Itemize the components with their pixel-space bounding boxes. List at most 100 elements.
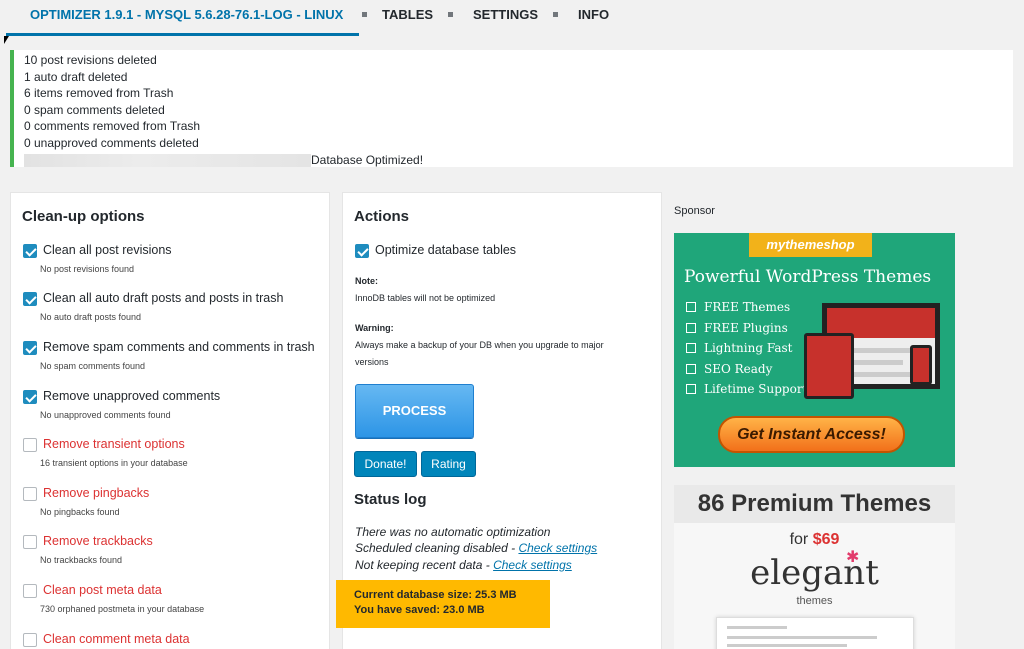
get-access-button[interactable]: Get Instant Access!	[718, 416, 905, 453]
ad-title: Powerful WordPress Themes	[684, 267, 932, 287]
nav-separator	[448, 12, 453, 17]
ad-feature-text: SEO Ready	[704, 362, 773, 376]
price-value: $69	[812, 531, 840, 548]
status-log-line: Not keeping recent data - Check settings	[355, 558, 572, 572]
elegant-themes-sub: themes	[796, 595, 833, 607]
check-settings-link[interactable]: Check settings	[518, 541, 597, 555]
optimization-notice: 10 post revisions deleted 1 auto draft d…	[10, 50, 1013, 167]
checkbox-icon	[686, 323, 696, 333]
sponsor-label: Sponsor	[674, 205, 715, 217]
status-log-line: There was no automatic optimization	[355, 525, 551, 539]
checkbox[interactable]	[355, 244, 369, 258]
option-sub: No auto draft posts found	[40, 312, 142, 322]
option-label: Clean all auto draft posts and posts in …	[43, 291, 284, 305]
tab-optimizer[interactable]: OPTIMIZER 1.9.1 - MYSQL 5.6.28-76.1-LOG …	[6, 0, 359, 36]
mythemeshop-banner[interactable]: mythemeshop Powerful WordPress Themes FR…	[674, 233, 955, 467]
nav-separator	[362, 12, 367, 17]
rating-button[interactable]: Rating	[421, 451, 476, 477]
status-log-line: Scheduled cleaning disabled - Check sett…	[355, 541, 597, 555]
checkbox[interactable]	[23, 244, 37, 258]
ad-feature-text: Lightning Fast	[704, 341, 793, 355]
checkbox[interactable]	[23, 341, 37, 355]
mouse-cursor-icon	[4, 36, 9, 44]
ad-feature: Lifetime Support	[686, 382, 807, 396]
option-label: Remove pingbacks	[43, 486, 150, 500]
option-label: Remove unapproved comments	[43, 389, 221, 403]
notice-line: 1 auto draft deleted	[24, 69, 128, 84]
ad-feature-text: Lifetime Support	[704, 382, 808, 396]
option-label: Remove transient options	[43, 437, 185, 451]
ad-feature-text: FREE Themes	[704, 300, 791, 314]
notice-final-text: Database Optimized!	[311, 152, 424, 167]
checkbox[interactable]	[23, 292, 37, 306]
check-settings-link[interactable]: Check settings	[493, 558, 572, 572]
warning-text: Always make a backup of your DB when you…	[355, 340, 604, 367]
checkbox[interactable]	[23, 438, 37, 452]
tablet-illustration	[804, 333, 854, 399]
ad-feature: FREE Themes	[686, 300, 790, 314]
tab-tables[interactable]: TABLES	[382, 7, 433, 22]
option-sub: 730 orphaned postmeta in your database	[40, 604, 205, 614]
option-sub: No unapproved comments found	[40, 410, 171, 420]
option-sub: No trackbacks found	[40, 555, 123, 565]
top-navigation: OPTIMIZER 1.9.1 - MYSQL 5.6.28-76.1-LOG …	[0, 0, 1024, 36]
option-label: Remove spam comments and comments in tra…	[43, 340, 315, 354]
screenshot-illustration	[716, 617, 914, 649]
cleanup-title: Clean-up options	[22, 208, 145, 225]
nav-separator	[553, 12, 558, 17]
cleanup-options-panel: Clean-up options Clean all post revision…	[10, 192, 330, 649]
notice-line: 6 items removed from Trash	[24, 86, 174, 101]
option-label: Clean comment meta data	[43, 632, 190, 646]
ad-price: for $69	[674, 531, 955, 549]
option-sub: No pingbacks found	[40, 507, 120, 517]
checkbox-icon	[686, 384, 696, 394]
status-log-text: Not keeping recent data -	[355, 558, 494, 572]
ad-title: 86 Premium Themes	[674, 485, 955, 523]
price-prefix: for	[789, 531, 813, 548]
notice-line: 10 post revisions deleted	[24, 53, 157, 67]
ad-feature: FREE Plugins	[686, 321, 788, 335]
redacted-text	[24, 153, 311, 167]
process-button[interactable]: PROCESS	[355, 384, 474, 438]
option-label: Optimize database tables	[375, 243, 517, 257]
notice-line: 0 spam comments deleted	[24, 102, 165, 117]
checkbox[interactable]	[23, 535, 37, 549]
phone-illustration	[910, 345, 932, 385]
tab-info[interactable]: INFO	[578, 7, 609, 22]
actions-title: Actions	[354, 208, 410, 225]
option-sub: 16 transient options in your database	[40, 458, 188, 468]
status-log-title: Status log	[354, 491, 427, 508]
saved-size: You have saved: 23.0 MB	[354, 604, 485, 616]
note-label: Note:	[355, 276, 378, 286]
status-log-text: Scheduled cleaning disabled -	[355, 541, 519, 555]
option-label: Remove trackbacks	[43, 534, 153, 548]
checkbox-icon	[686, 364, 696, 374]
current-db-size: Current database size: 25.3 MB	[354, 589, 517, 601]
option-label: Clean all post revisions	[43, 243, 172, 257]
checkbox[interactable]	[23, 487, 37, 501]
checkbox[interactable]	[23, 584, 37, 598]
warning-label: Warning:	[355, 323, 394, 333]
checkbox[interactable]	[23, 390, 37, 404]
option-sub: No post revisions found	[40, 264, 135, 274]
checkbox-icon	[686, 343, 696, 353]
checkbox[interactable]	[23, 633, 37, 647]
tab-settings[interactable]: SETTINGS	[473, 7, 538, 22]
elegant-themes-logo: elegant	[750, 553, 879, 593]
option-sub: No spam comments found	[40, 361, 146, 371]
note-text: InnoDB tables will not be optimized	[355, 293, 496, 303]
asterisk-icon: ✱	[846, 549, 860, 566]
checkbox-icon	[686, 302, 696, 312]
ad-feature-text: FREE Plugins	[704, 321, 788, 335]
elegant-themes-banner[interactable]: 86 Premium Themes for $69 elegant ✱ them…	[674, 485, 955, 649]
ad-feature: SEO Ready	[686, 362, 772, 376]
ad-feature: Lightning Fast	[686, 341, 792, 355]
notice-line: 0 unapproved comments deleted	[24, 135, 199, 150]
notice-final-line: Database Optimized!	[24, 152, 1013, 169]
notice-line: 0 comments removed from Trash	[24, 119, 201, 134]
mythemeshop-logo: mythemeshop	[749, 233, 872, 257]
donate-button[interactable]: Donate!	[354, 451, 417, 477]
option-label: Clean post meta data	[43, 583, 162, 597]
database-size-box: Current database size: 25.3 MB You have …	[336, 580, 550, 628]
tab-optimizer-label: OPTIMIZER 1.9.1 - MYSQL 5.6.28-76.1-LOG …	[30, 7, 344, 22]
